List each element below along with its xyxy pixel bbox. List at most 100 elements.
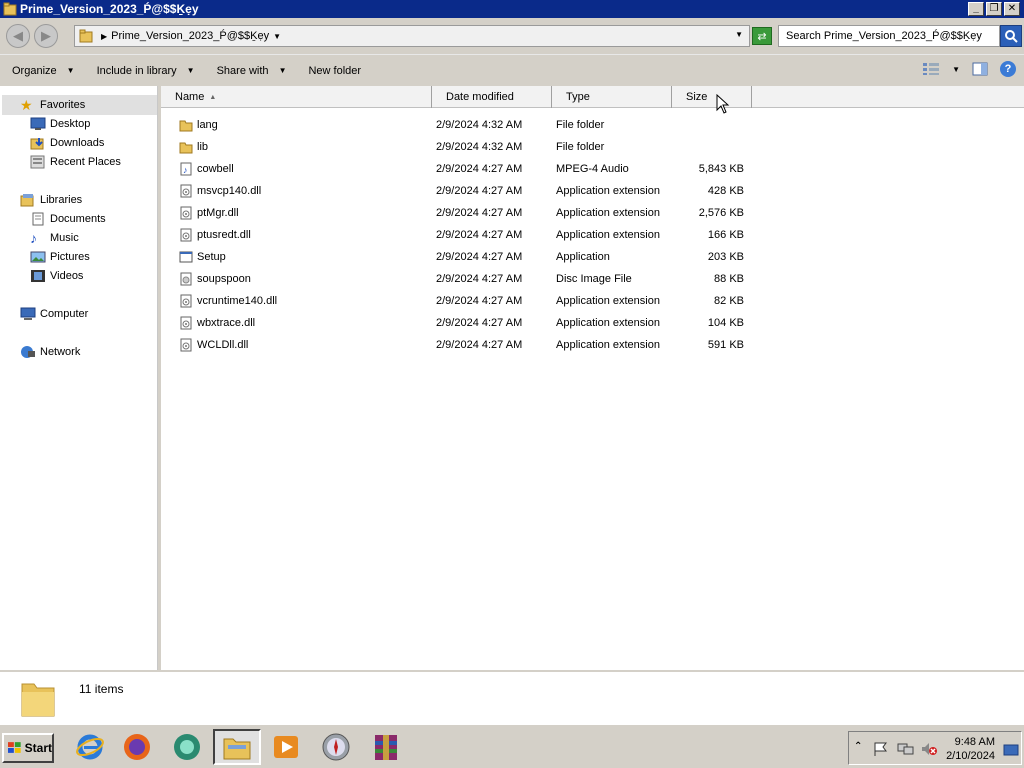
clock[interactable]: 9:48 AM 2/10/2024 [946, 735, 995, 763]
nav-item-recent-places[interactable]: Recent Places [30, 153, 121, 171]
dll-file-icon [179, 338, 197, 352]
nav-item-desktop[interactable]: Desktop [30, 115, 90, 133]
file-size-cell: 82 KB [714, 295, 744, 307]
share-with-button[interactable]: Share with ▼ [217, 65, 287, 77]
nav-item-music[interactable]: ♪ Music [30, 229, 79, 247]
file-row[interactable]: ♪ cowbell 2/9/2024 4:27 AM MPEG-4 Audio 5,84… [161, 158, 1024, 180]
file-name-cell[interactable]: ptusredt.dll [179, 224, 429, 246]
search-button[interactable] [1000, 25, 1022, 47]
forward-button[interactable]: ▶ [34, 24, 58, 48]
file-name-cell[interactable]: ♪ cowbell [179, 158, 429, 180]
close-button[interactable]: ✕ [1004, 2, 1020, 16]
file-size-cell: 104 KB [707, 317, 744, 329]
file-date-cell: 2/9/2024 4:27 AM [436, 229, 523, 241]
column-header-size[interactable]: Size [672, 86, 752, 108]
winrar-icon [375, 735, 397, 760]
file-size-cell: 203 KB [707, 251, 744, 263]
file-name-cell[interactable]: msvcp140.dll [179, 180, 429, 202]
file-name: ptusredt.dll [197, 229, 251, 241]
breadcrumb-arrow-icon[interactable]: ▶ [101, 32, 107, 41]
file-row[interactable]: WCLDll.dll 2/9/2024 4:27 AM Application ex… [161, 334, 1024, 356]
back-button[interactable]: ◀ [6, 24, 30, 48]
nav-item-pictures[interactable]: Pictures [30, 248, 90, 266]
command-bar: Organize ▼ Include in library ▼ Share with… [0, 54, 1024, 86]
address-history-dropdown-icon[interactable]: ▼ [735, 30, 743, 39]
nav-label: Downloads [50, 137, 105, 149]
nav-item-documents[interactable]: Documents [30, 210, 106, 228]
search-input[interactable]: Search Prime_Version_2023_Ṕ@$$Ḵẹy [778, 25, 1000, 47]
file-name-cell[interactable]: wbxtrace.dll [179, 312, 429, 334]
nav-item-network[interactable]: Network [20, 343, 80, 361]
star-icon: ★ [20, 97, 33, 113]
taskbar-media-app[interactable] [163, 729, 211, 765]
nav-item-videos[interactable]: Videos [30, 267, 83, 285]
mouse-cursor-icon [716, 94, 730, 114]
file-size-cell: 428 KB [707, 185, 744, 197]
file-type-cell: Application extension [556, 207, 660, 219]
file-row[interactable]: ptusredt.dll 2/9/2024 4:27 AM Application … [161, 224, 1024, 246]
file-type-cell: File folder [556, 141, 605, 153]
column-header-type[interactable]: Type [552, 86, 672, 108]
file-name-cell[interactable]: ptMgr.dll [179, 202, 429, 224]
taskbar-windows-explorer[interactable] [213, 729, 261, 765]
network-status-icon[interactable] [897, 742, 915, 756]
minimize-button[interactable]: _ [968, 2, 984, 16]
column-header-name[interactable]: Name ▲ [161, 86, 432, 108]
firefox-icon [124, 734, 150, 760]
file-row[interactable]: vcruntime140.dll 2/9/2024 4:27 AM Applicat… [161, 290, 1024, 312]
start-button[interactable]: Start [2, 733, 54, 763]
file-date-cell: 2/9/2024 4:32 AM [436, 141, 523, 153]
nav-item-libraries[interactable]: Libraries [20, 191, 82, 209]
restore-button[interactable]: ❐ [986, 2, 1002, 16]
file-row[interactable]: lib 2/9/2024 4:32 AM File folder [161, 136, 1024, 158]
new-folder-button[interactable]: New folder [308, 65, 361, 77]
volume-muted-icon[interactable] [921, 742, 937, 756]
file-row[interactable]: wbxtrace.dll 2/9/2024 4:27 AM Application … [161, 312, 1024, 334]
refresh-button[interactable]: ⇄ [752, 27, 772, 45]
taskbar-winrar[interactable] [362, 729, 410, 765]
address-bar[interactable]: ▶ Prime_Version_2023_Ṕ@$$Ḵẹy ▼ ▼ [74, 25, 750, 47]
nav-label: Network [40, 346, 81, 358]
file-size-cell: 88 KB [714, 273, 744, 285]
file-row[interactable]: soupspoon 2/9/2024 4:27 AM Disc Image File… [161, 268, 1024, 290]
file-date-cell: 2/9/2024 4:27 AM [436, 185, 523, 197]
breadcrumb-dropdown-icon[interactable]: ▼ [273, 32, 281, 41]
nav-item-favorites[interactable]: ★ Favorites [2, 95, 157, 115]
nav-item-downloads[interactable]: Downloads [30, 134, 104, 152]
taskbar-firefox[interactable] [113, 729, 161, 765]
nav-item-computer[interactable]: Computer [20, 305, 88, 323]
include-in-library-button[interactable]: Include in library ▼ [97, 65, 195, 77]
file-name: wbxtrace.dll [197, 317, 256, 329]
file-name-cell[interactable]: soupspoon [179, 268, 429, 290]
help-icon[interactable]: ? [1000, 61, 1016, 77]
preview-pane-icon[interactable] [972, 62, 988, 76]
column-label: Name [175, 91, 205, 103]
file-name-cell[interactable]: WCLDll.dll [179, 334, 429, 356]
show-hidden-icons-icon[interactable]: ⌃ [854, 741, 862, 752]
view-options-icon[interactable] [922, 62, 940, 76]
file-name-cell[interactable]: vcruntime140.dll [179, 290, 429, 312]
file-name-cell[interactable]: lang [179, 114, 429, 136]
forward-arrow-icon: ▶ [41, 28, 51, 43]
show-desktop-icon[interactable] [1003, 744, 1019, 756]
action-center-flag-icon[interactable] [873, 742, 889, 756]
file-row[interactable]: lang 2/9/2024 4:32 AM File folder [161, 114, 1024, 136]
file-row[interactable]: msvcp140.dll 2/9/2024 4:27 AM Application … [161, 180, 1024, 202]
internet-explorer-icon [76, 734, 104, 760]
network-icon [21, 346, 35, 358]
file-row[interactable]: ptMgr.dll 2/9/2024 4:27 AM Application ext… [161, 202, 1024, 224]
file-name-cell[interactable]: Setup [179, 246, 429, 268]
file-list: Name ▲ Date modified Type Size lang 2/9/20… [161, 86, 1024, 670]
taskbar-media-player[interactable] [262, 729, 310, 765]
title-bar[interactable]: Prime_Version_2023_Ṕ@$$Ḵẹy _ ❐ ✕ [0, 0, 1024, 18]
breadcrumb[interactable]: Prime_Version_2023_Ṕ@$$Ḵẹy [111, 30, 269, 42]
dll-file-icon [179, 316, 197, 330]
file-row[interactable]: Setup 2/9/2024 4:27 AM Application 203 KB [161, 246, 1024, 268]
column-header-date-modified[interactable]: Date modified [432, 86, 552, 108]
file-date-cell: 2/9/2024 4:27 AM [436, 295, 523, 307]
organize-button[interactable]: Organize ▼ [12, 65, 75, 77]
view-dropdown-icon[interactable]: ▼ [952, 65, 960, 74]
taskbar-internet-explorer[interactable] [66, 729, 114, 765]
taskbar-safari[interactable] [312, 729, 360, 765]
file-name-cell[interactable]: lib [179, 136, 429, 158]
